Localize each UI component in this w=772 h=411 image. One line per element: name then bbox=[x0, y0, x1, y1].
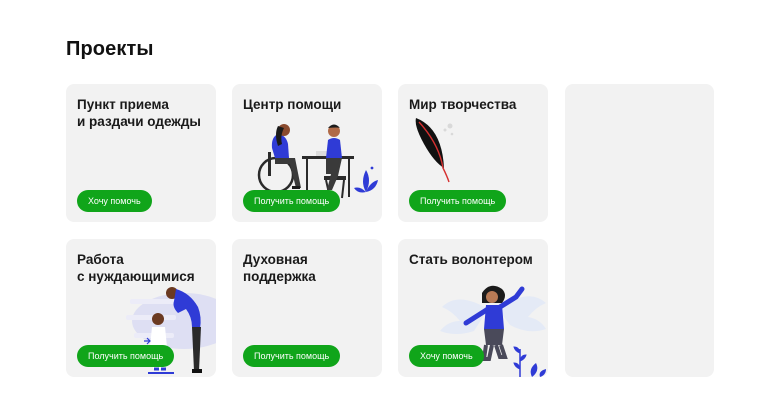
feather-illustration bbox=[415, 118, 454, 183]
page-title: Проекты bbox=[66, 38, 154, 60]
project-card-work-with-needy[interactable]: Работа с нуждающимися Получить помощь bbox=[66, 239, 216, 377]
want-to-help-button[interactable]: Хочу помочь bbox=[409, 345, 484, 367]
project-card-spiritual-support[interactable]: Духовная поддержка Получить помощь bbox=[232, 239, 382, 377]
wheelchair-conversation-illustration bbox=[257, 124, 378, 199]
card-title: Духовная поддержка bbox=[243, 252, 316, 284]
get-help-button[interactable]: Получить помощь bbox=[243, 190, 341, 212]
project-card-creativity[interactable]: Мир творчества Получить помощь bbox=[398, 84, 548, 222]
get-help-button[interactable]: Получить помощь bbox=[409, 190, 507, 212]
empty-project-card-placeholder bbox=[565, 84, 714, 377]
get-help-button[interactable]: Получить помощь bbox=[77, 345, 175, 367]
want-to-help-button[interactable]: Хочу помочь bbox=[77, 190, 152, 212]
card-title: Работа с нуждающимися bbox=[77, 252, 195, 284]
project-card-help-center[interactable]: Центр помощи Получить помощь bbox=[232, 84, 382, 222]
card-title: Мир творчества bbox=[409, 97, 517, 112]
card-title: Центр помощи bbox=[243, 97, 342, 112]
card-title: Стать волонтером bbox=[409, 252, 533, 267]
card-title: Пункт приема и раздачи одежды bbox=[77, 97, 201, 129]
project-card-clothing-point[interactable]: Пункт приема и раздачи одежды Хочу помоч… bbox=[66, 84, 216, 222]
project-card-become-volunteer[interactable]: Стать волонтером Хочу помочь bbox=[398, 239, 548, 377]
get-help-button[interactable]: Получить помощь bbox=[243, 345, 341, 367]
